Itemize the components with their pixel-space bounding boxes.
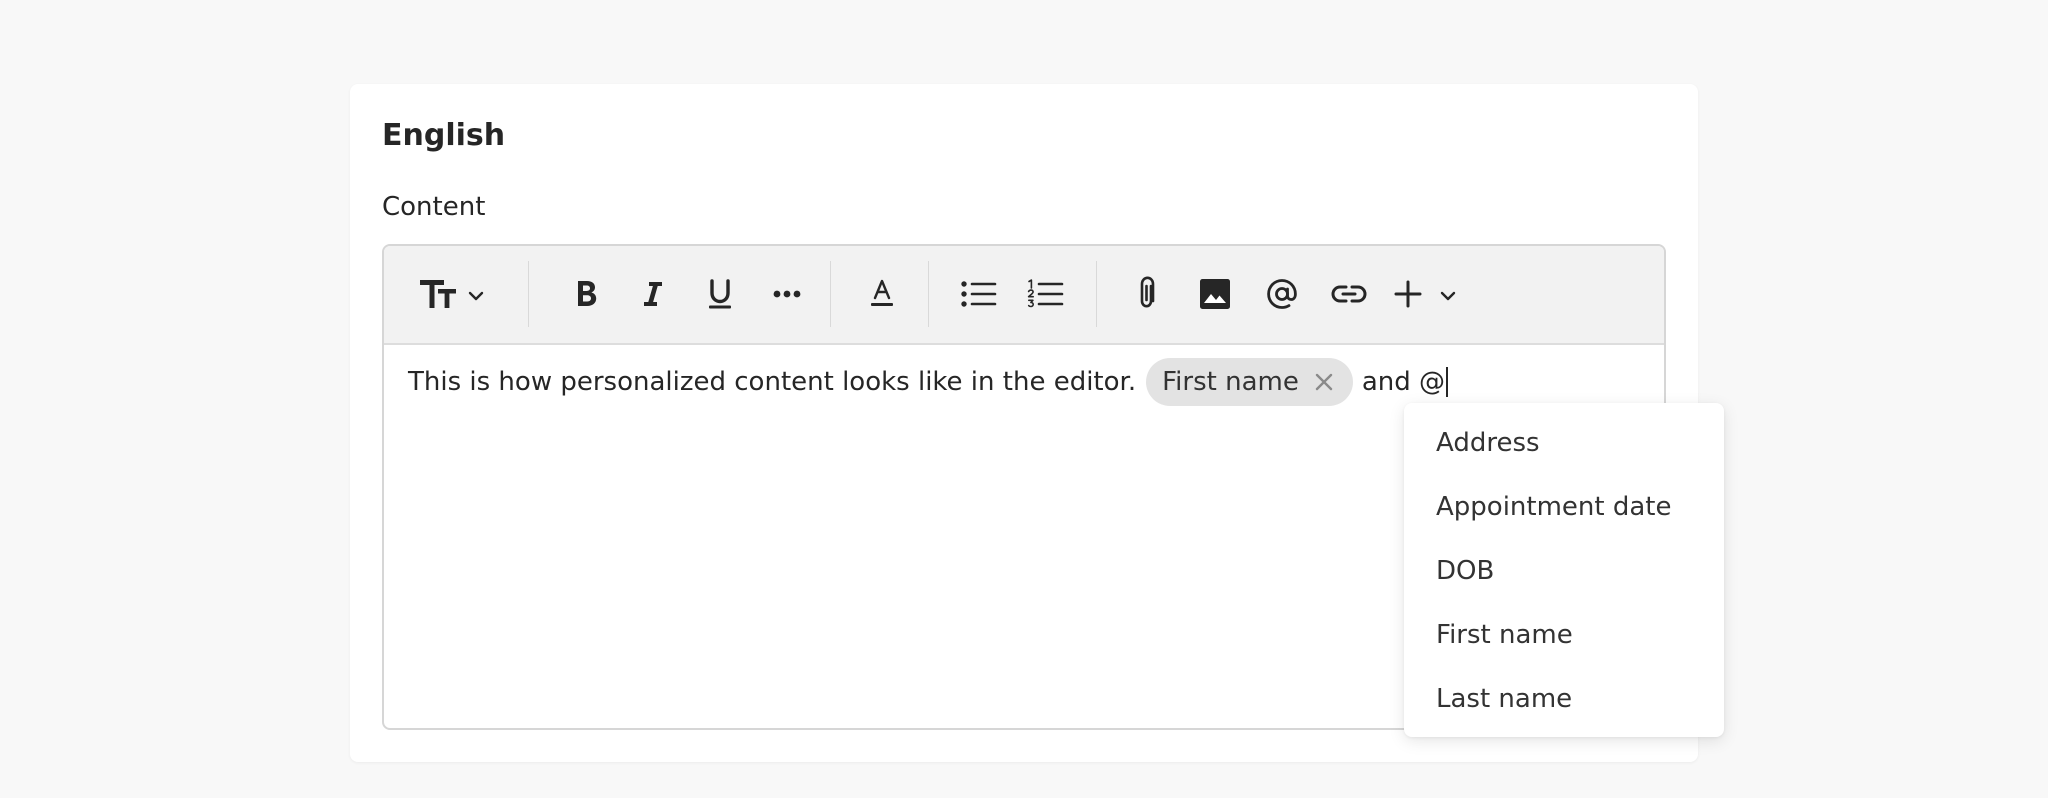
- bulleted-list-button[interactable]: [953, 268, 1005, 320]
- mention-option-last-name[interactable]: Last name: [1404, 667, 1724, 731]
- toolbar-separator: [928, 261, 929, 327]
- paperclip-icon: [1140, 276, 1155, 308]
- insert-link-button[interactable]: [1323, 268, 1375, 320]
- content-label: Content: [382, 192, 486, 222]
- toolbar-separator: [528, 261, 529, 327]
- more-formatting-button[interactable]: [761, 268, 813, 320]
- editor-text: This is how personalized content looks l…: [408, 367, 1137, 397]
- mention-dropdown: Address Appointment date DOB First name …: [1404, 403, 1724, 737]
- italic-icon: [644, 282, 662, 306]
- underline-button[interactable]: [694, 268, 746, 320]
- text-size-icon: [420, 280, 484, 308]
- toolbar-separator: [1096, 261, 1097, 327]
- mention-option-address[interactable]: Address: [1404, 411, 1724, 475]
- close-icon: [1315, 373, 1333, 391]
- mention-option-dob[interactable]: DOB: [1404, 539, 1724, 603]
- mention-button[interactable]: [1256, 268, 1308, 320]
- bold-icon: [578, 281, 597, 306]
- at-sign-icon: [1267, 279, 1297, 309]
- personalization-chip[interactable]: First name: [1146, 358, 1353, 406]
- more-horizontal-icon: [773, 290, 801, 298]
- insert-menu-button[interactable]: [1390, 268, 1460, 320]
- insert-image-button[interactable]: [1189, 268, 1241, 320]
- toolbar-separator: [830, 261, 831, 327]
- mention-option-appointment-date[interactable]: Appointment date: [1404, 475, 1724, 539]
- plus-icon: [1394, 280, 1456, 308]
- underline-icon: [709, 279, 731, 309]
- text-color-icon: [871, 279, 893, 306]
- mention-options-list: Address Appointment date DOB First name …: [1404, 403, 1724, 731]
- text-color-button[interactable]: [856, 268, 908, 320]
- numbered-list-icon: [1027, 279, 1064, 308]
- mention-option-first-name[interactable]: First name: [1404, 603, 1724, 667]
- editor-toolbar: [384, 246, 1664, 345]
- card-title: English: [382, 118, 506, 153]
- italic-button[interactable]: [627, 268, 679, 320]
- text-size-button[interactable]: [418, 268, 488, 320]
- link-icon: [1331, 285, 1367, 303]
- text-cursor: [1446, 367, 1449, 397]
- image-icon: [1200, 279, 1230, 309]
- editor-text-after: and @: [1361, 367, 1446, 397]
- bulleted-list-icon: [961, 281, 997, 307]
- chip-label: First name: [1162, 367, 1299, 397]
- editor-content[interactable]: This is how personalized content looks l…: [408, 356, 1640, 408]
- attach-file-button[interactable]: [1122, 268, 1174, 320]
- bold-button[interactable]: [560, 268, 612, 320]
- chip-remove-button[interactable]: [1313, 371, 1335, 393]
- numbered-list-button[interactable]: [1020, 268, 1072, 320]
